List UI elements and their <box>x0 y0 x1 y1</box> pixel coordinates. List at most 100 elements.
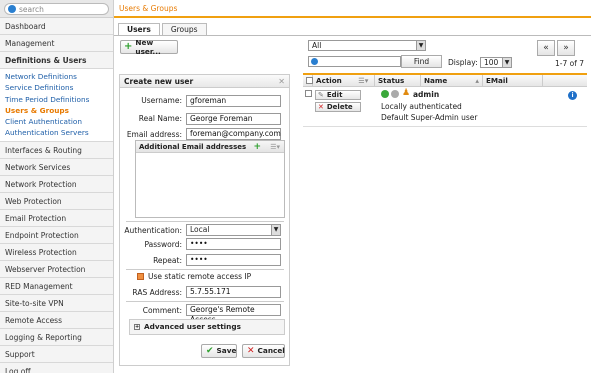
sidebar-sub-network-definitions[interactable]: Network Definitions <box>0 71 113 83</box>
check-icon: ✔ <box>206 346 214 356</box>
user-auth-type: Locally authenticated <box>381 102 462 111</box>
search-input[interactable]: search <box>4 3 109 15</box>
list-search-input[interactable] <box>308 56 401 67</box>
column-status[interactable]: Status <box>375 75 421 87</box>
column-email[interactable]: EMail <box>483 75 543 87</box>
filter-select[interactable]: All ▼ <box>308 40 426 51</box>
repeat-field[interactable]: •••• <box>186 254 281 266</box>
sidebar-item-network-protection[interactable]: Network Protection <box>0 175 113 193</box>
add-email-icon[interactable]: + <box>253 142 261 152</box>
user-table: Action ☰▾ Status Name ▴ EMail ✎ Edit ✕ De… <box>303 73 587 127</box>
comment-field[interactable]: George's Remote Access <box>186 304 281 324</box>
advanced-settings-toggle[interactable]: + Advanced user settings <box>129 319 285 335</box>
repeat-label: Repeat: <box>153 256 182 265</box>
sidebar-sub-time-period[interactable]: Time Period Definitions <box>0 93 113 105</box>
new-user-label: New user... <box>135 38 161 56</box>
additional-email-label: Additional Email addresses <box>139 143 247 151</box>
create-user-header: Create new user ✕ <box>120 75 289 88</box>
edit-icon: ✎ <box>318 91 324 99</box>
sidebar-item-remote-access[interactable]: Remote Access <box>0 311 113 329</box>
plus-icon: + <box>124 41 133 52</box>
divider <box>126 269 284 270</box>
sidebar-item-management[interactable]: Management <box>0 35 113 52</box>
static-ip-row[interactable]: Use static remote access IP <box>137 272 251 281</box>
user-icon: ♟ <box>402 88 411 98</box>
static-ip-checkbox[interactable] <box>137 273 144 280</box>
expand-icon: + <box>134 324 140 330</box>
find-button[interactable]: Find <box>401 55 442 68</box>
display-value: 100 <box>484 58 499 67</box>
cancel-button[interactable]: ✕ Cancel <box>242 344 285 358</box>
row-checkbox[interactable] <box>305 90 312 97</box>
column-name-label: Name <box>424 76 448 85</box>
info-icon[interactable]: i <box>568 91 577 100</box>
search-placeholder: search <box>19 4 44 14</box>
divider <box>126 221 284 222</box>
sidebar-item-logging[interactable]: Logging & Reporting <box>0 328 113 346</box>
realname-field[interactable]: George Foreman <box>186 113 281 125</box>
sidebar-item-interfaces[interactable]: Interfaces & Routing <box>0 141 113 159</box>
comment-label: Comment: <box>142 306 182 315</box>
auth-select[interactable]: Local ▼ <box>186 224 281 236</box>
static-ip-label: Use static remote access IP <box>148 272 252 281</box>
sidebar-item-dashboard[interactable]: Dashboard <box>0 18 113 35</box>
select-all-cell[interactable] <box>303 75 313 87</box>
delete-button[interactable]: ✕ Delete <box>315 102 361 112</box>
edit-button[interactable]: ✎ Edit <box>315 90 361 100</box>
sidebar-item-site-to-site-vpn[interactable]: Site-to-site VPN <box>0 294 113 312</box>
sidebar-item-network-services[interactable]: Network Services <box>0 158 113 176</box>
search-icon <box>311 58 318 65</box>
display-label: Display: <box>448 58 478 67</box>
realname-label: Real Name: <box>138 114 182 123</box>
email-field[interactable]: foreman@company.com <box>186 128 281 140</box>
sidebar-item-email-protection[interactable]: Email Protection <box>0 209 113 227</box>
filter-value: All <box>312 41 322 50</box>
display-select[interactable]: 100 ▼ <box>480 57 512 68</box>
enabled-status-icon[interactable] <box>381 90 389 98</box>
sidebar-subitems: Network Definitions Service Definitions … <box>0 69 113 142</box>
ras-field[interactable]: 5.7.55.171 <box>186 286 281 298</box>
sidebar-group-definitions[interactable]: Definitions & Users <box>0 52 113 69</box>
delete-icon: ✕ <box>318 103 324 111</box>
column-action[interactable]: Action ☰▾ <box>313 75 375 87</box>
username-field[interactable]: gforeman <box>186 95 281 107</box>
chevron-down-icon: ▼ <box>416 41 425 50</box>
auth-label: Authentication: <box>124 226 182 235</box>
divider <box>126 301 284 302</box>
edit-label: Edit <box>326 91 343 99</box>
sidebar-sub-users-groups[interactable]: Users & Groups <box>0 104 113 117</box>
save-button[interactable]: ✔ Save <box>201 344 237 358</box>
sidebar-sub-client-auth[interactable]: Client Authentication <box>0 116 113 128</box>
sidebar-item-support[interactable]: Support <box>0 345 113 363</box>
table-header: Action ☰▾ Status Name ▴ EMail <box>303 75 587 87</box>
sidebar-item-web-protection[interactable]: Web Protection <box>0 192 113 210</box>
new-user-button[interactable]: + New user... <box>120 38 178 56</box>
search-icon <box>8 5 16 13</box>
close-icon[interactable]: ✕ <box>278 75 285 88</box>
sidebar-item-webserver-protection[interactable]: Webserver Protection <box>0 260 113 278</box>
breadcrumb-bar: Users & Groups <box>114 0 591 18</box>
auth-value: Local <box>190 225 210 234</box>
password-field[interactable]: •••• <box>186 238 281 250</box>
advanced-label: Advanced user settings <box>144 322 241 331</box>
column-name[interactable]: Name ▴ <box>421 75 483 87</box>
user-comment: Default Super-Admin user <box>381 113 478 122</box>
sidebar-sub-auth-servers[interactable]: Authentication Servers <box>0 127 113 139</box>
create-user-title: Create new user <box>124 77 194 86</box>
create-user-panel: Create new user ✕ Username: gforeman Rea… <box>119 74 290 366</box>
tab-divider <box>114 35 591 36</box>
sidebar-item-log-off[interactable]: Log off <box>0 362 113 373</box>
select-all-checkbox[interactable] <box>306 77 313 84</box>
sidebar-sub-service-definitions[interactable]: Service Definitions <box>0 82 113 94</box>
sidebar-item-red-management[interactable]: RED Management <box>0 277 113 295</box>
column-menu-icon[interactable]: ☰▾ <box>358 76 368 85</box>
password-label: Password: <box>144 240 182 249</box>
list-options-icon[interactable]: ☰▾ <box>270 141 280 153</box>
additional-email-box[interactable]: Additional Email addresses + ☰▾ <box>135 140 285 218</box>
prev-page-button[interactable]: « <box>537 40 555 56</box>
next-page-button[interactable]: » <box>557 40 575 56</box>
user-name: admin <box>413 90 440 99</box>
sidebar-item-wireless-protection[interactable]: Wireless Protection <box>0 243 113 261</box>
sidebar-item-endpoint-protection[interactable]: Endpoint Protection <box>0 226 113 244</box>
username-label: Username: <box>141 96 182 105</box>
